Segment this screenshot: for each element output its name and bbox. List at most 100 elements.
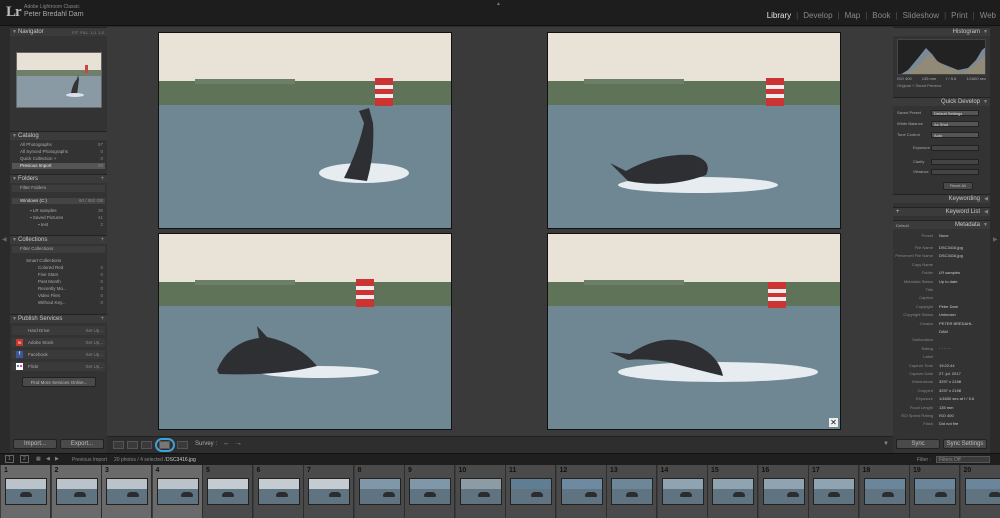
- module-book[interactable]: Book: [872, 11, 890, 20]
- add-collection-icon[interactable]: +: [100, 236, 104, 245]
- histogram-header[interactable]: Histogram ▼: [893, 27, 990, 36]
- filmstrip-thumbnail[interactable]: 8: [354, 465, 405, 518]
- survey-photo-2[interactable]: [547, 32, 841, 229]
- survey-photo-3[interactable]: [158, 233, 452, 430]
- meta-row[interactable]: Metadata Status Up to date: [895, 279, 988, 285]
- back-icon[interactable]: ◀: [46, 456, 50, 462]
- survey-photo-1[interactable]: [158, 32, 452, 229]
- publish-flickr[interactable]: Flickr Set Up...: [12, 362, 105, 371]
- meta-row[interactable]: Folder LR samples: [895, 270, 988, 276]
- module-develop[interactable]: Develop: [803, 11, 832, 20]
- filmstrip-thumbnail[interactable]: 16: [758, 465, 809, 518]
- sync-settings-button[interactable]: Sync Settings: [943, 439, 987, 449]
- module-library[interactable]: Library: [767, 11, 791, 20]
- qd-vibrance[interactable]: Vibrance: [895, 168, 988, 176]
- compare-view-icon[interactable]: [141, 441, 152, 449]
- catalog-item-all-photographs[interactable]: All Photographs 57: [12, 142, 105, 148]
- find-more-services-button[interactable]: Find More Services Online...: [22, 377, 96, 387]
- publish-services-header[interactable]: ▼ Publish Services +: [10, 314, 107, 323]
- add-publish-service-icon[interactable]: +: [100, 315, 104, 324]
- folder-saved-pictures[interactable]: ▪ Saved Pictures 41: [12, 215, 105, 221]
- filmstrip-source[interactable]: Previous Import: [72, 457, 107, 463]
- folder-test[interactable]: ▪ test 2: [12, 222, 105, 228]
- collapse-top-panel-icon[interactable]: ▲: [496, 1, 501, 7]
- previous-arrow-icon[interactable]: ←: [223, 440, 230, 447]
- meta-row[interactable]: Copyright Peter Dam: [895, 304, 988, 310]
- catalog-item-all-synced[interactable]: All Synced Photographs 0: [12, 149, 105, 155]
- collection-past-month[interactable]: Past Month 0: [12, 279, 105, 285]
- metadata-header[interactable]: Default Metadata ▼: [893, 220, 990, 229]
- filmstrip-thumbnail[interactable]: 10: [455, 465, 506, 518]
- zoom-fit[interactable]: FIT: [72, 30, 78, 35]
- meta-row[interactable]: Capture Date 27. jul. 2017: [895, 371, 988, 377]
- filmstrip-thumbnail[interactable]: 18: [859, 465, 910, 518]
- export-button[interactable]: Export...: [60, 439, 104, 449]
- deselect-photo-icon[interactable]: ✕: [829, 418, 838, 427]
- grid-view-icon[interactable]: [113, 441, 124, 449]
- publish-adobe-stock[interactable]: St Adobe Stock Set Up...: [12, 338, 105, 347]
- meta-row[interactable]: File Name DSC3416.jpg: [895, 245, 988, 251]
- filmstrip-thumbnail[interactable]: 1: [1, 465, 51, 518]
- filmstrip-thumbnail[interactable]: 7: [304, 465, 354, 518]
- filmstrip-thumbnail[interactable]: 2: [51, 465, 102, 518]
- loupe-view-icon[interactable]: [127, 441, 138, 449]
- filmstrip-thumbnail[interactable]: 3: [102, 465, 152, 518]
- survey-view-icon[interactable]: [159, 441, 170, 449]
- keyword-list-header[interactable]: + Keyword List ◀: [893, 207, 990, 216]
- meta-row[interactable]: DAM: [895, 329, 988, 335]
- meta-row[interactable]: Cropped 3297 x 2198: [895, 388, 988, 394]
- add-keyword-icon[interactable]: +: [896, 208, 900, 217]
- filmstrip-thumbnail[interactable]: 17: [809, 465, 859, 518]
- toolbar-menu-icon[interactable]: ▼: [883, 441, 889, 447]
- meta-row[interactable]: Caption: [895, 295, 988, 301]
- quick-develop-header[interactable]: Quick Develop ▼: [893, 97, 990, 106]
- meta-row[interactable]: ISO Speed Rating ISO 400: [895, 413, 988, 419]
- qd-saved-preset[interactable]: Saved Preset Default Settings: [895, 109, 988, 117]
- volume-windows-c[interactable]: Windows (C:) 60 / 952 GB: [12, 198, 105, 204]
- next-arrow-icon[interactable]: →: [235, 440, 242, 447]
- meta-row[interactable]: Rating · · · · ·: [895, 346, 988, 352]
- keywording-header[interactable]: Keywording ◀: [893, 194, 990, 203]
- metadata-view-select[interactable]: Default: [896, 221, 909, 230]
- folders-header[interactable]: ▼ Folders +: [10, 174, 107, 183]
- collection-five-stars[interactable]: Five Stars 0: [12, 272, 105, 278]
- meta-row[interactable]: Creator PETER BREDAHL: [895, 321, 988, 327]
- meta-row[interactable]: Preserved File Name DSC3416.jpg: [895, 253, 988, 259]
- qd-exposure[interactable]: Exposure: [895, 144, 988, 152]
- reset-all-button[interactable]: Reset All: [943, 182, 973, 190]
- forward-icon[interactable]: ▶: [55, 456, 59, 462]
- meta-row[interactable]: Label: [895, 354, 988, 360]
- module-slideshow[interactable]: Slideshow: [903, 11, 939, 20]
- filter-collections-field[interactable]: Filter Collections: [12, 246, 105, 253]
- filter-select[interactable]: Filters Off: [936, 456, 990, 463]
- filmstrip-thumbnail[interactable]: 15: [708, 465, 758, 518]
- meta-row[interactable]: Flash Did not fire: [895, 421, 988, 427]
- navigator-header[interactable]: ▼ Navigator FIT FILL 1:1 1:2: [10, 27, 107, 36]
- meta-row[interactable]: Title: [895, 287, 988, 293]
- qd-tone-control[interactable]: Tone Control Auto: [895, 131, 988, 139]
- filmstrip-thumbnail[interactable]: 9: [405, 465, 455, 518]
- meta-row[interactable]: Capture Time 19:22:44: [895, 363, 988, 369]
- zoom-1-1[interactable]: 1:1: [91, 30, 97, 35]
- people-view-icon[interactable]: [177, 441, 188, 449]
- meta-row[interactable]: Sublocation: [895, 337, 988, 343]
- meta-row[interactable]: Exposure 1/1600 sec at f / 5.6: [895, 396, 988, 402]
- meta-row[interactable]: Focal Length 135 mm: [895, 405, 988, 411]
- meta-row[interactable]: Copy Name: [895, 262, 988, 268]
- publish-facebook[interactable]: f Facebook Set Up...: [12, 350, 105, 359]
- smart-collections-group[interactable]: Smart Collections: [12, 258, 105, 264]
- grid-icon[interactable]: ▦: [36, 456, 41, 462]
- module-web[interactable]: Web: [980, 11, 996, 20]
- module-print[interactable]: Print: [951, 11, 967, 20]
- filmstrip-thumbnail[interactable]: 19: [910, 465, 960, 518]
- collection-colored-red[interactable]: Colored Red 0: [12, 265, 105, 271]
- window-1-button[interactable]: 1: [5, 455, 14, 463]
- filmstrip-thumbnail[interactable]: 6: [253, 465, 304, 518]
- collections-header[interactable]: ▼ Collections +: [10, 235, 107, 244]
- histogram[interactable]: [897, 39, 986, 75]
- collapse-left-panel-icon[interactable]: ◀: [2, 236, 7, 243]
- folder-lr-samples[interactable]: ▪ LR samples 35: [12, 208, 105, 214]
- collection-recently-modified[interactable]: Recently Mo... 0: [12, 286, 105, 292]
- qd-clarity[interactable]: Clarity: [895, 158, 988, 166]
- collection-video-files[interactable]: Video Files 0: [12, 293, 105, 299]
